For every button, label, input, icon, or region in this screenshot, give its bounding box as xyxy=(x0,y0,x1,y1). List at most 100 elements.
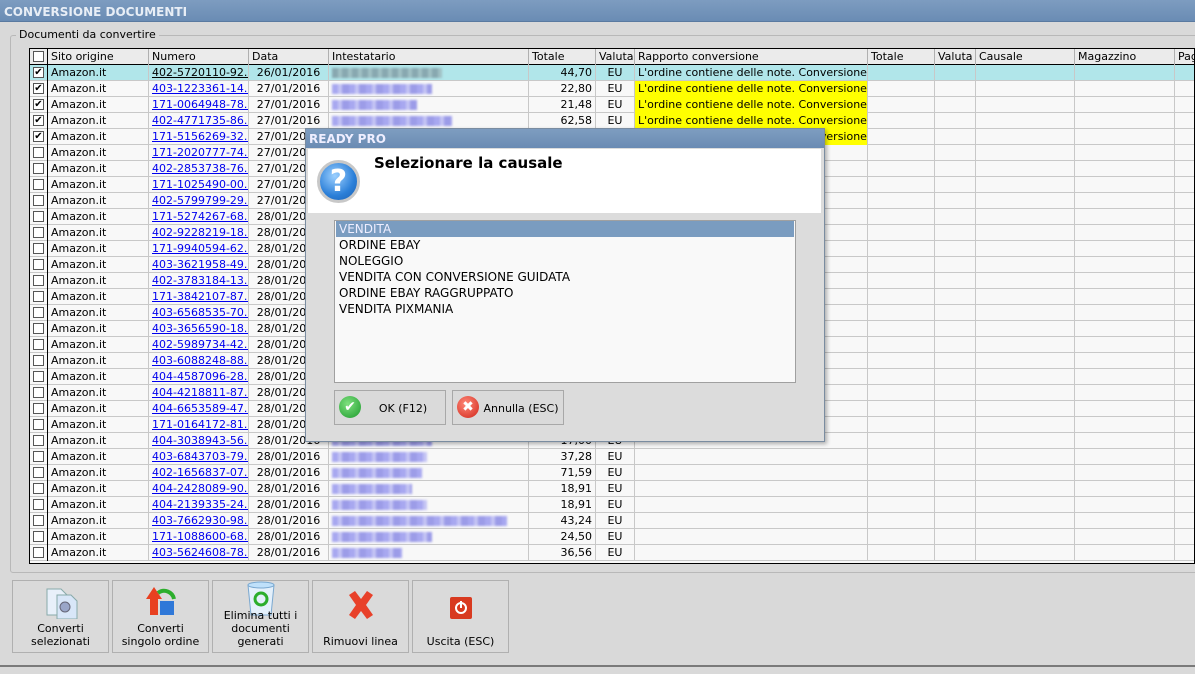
row-checkbox-cell[interactable] xyxy=(30,417,48,433)
row-checkbox-cell[interactable] xyxy=(30,369,48,385)
order-number-link[interactable]: 402-4771735-86... xyxy=(152,114,248,127)
column-header[interactable]: Magazzino xyxy=(1075,49,1175,65)
row-checkbox-cell[interactable] xyxy=(30,225,48,241)
number-cell[interactable]: 403-1223361-14... xyxy=(149,81,249,97)
table-row[interactable]: Amazon.it 171-1088600-68... 28/01/2016 24,5… xyxy=(30,529,1194,545)
order-number-link[interactable]: 402-5720110-92... xyxy=(152,66,248,79)
order-number-link[interactable]: 404-4587096-28... xyxy=(152,370,248,383)
number-cell[interactable]: 403-7662930-98... xyxy=(149,513,249,529)
row-checkbox[interactable] xyxy=(33,291,44,302)
row-checkbox[interactable] xyxy=(33,515,44,526)
toolbar-button[interactable]: Elimina tutti i documenti generati xyxy=(212,580,309,653)
table-row[interactable]: Amazon.it 404-2139335-24... 28/01/2016 18,9… xyxy=(30,497,1194,513)
number-cell[interactable]: 403-3656590-18... xyxy=(149,321,249,337)
number-cell[interactable]: 171-5156269-32... xyxy=(149,129,249,145)
column-header[interactable]: Numero xyxy=(149,49,249,65)
column-header[interactable]: Data xyxy=(249,49,329,65)
row-checkbox[interactable] xyxy=(33,339,44,350)
number-cell[interactable]: 171-9940594-62... xyxy=(149,241,249,257)
toolbar-button[interactable]: Converti singolo ordine xyxy=(112,580,209,653)
row-checkbox-cell[interactable] xyxy=(30,353,48,369)
row-checkbox-cell[interactable] xyxy=(30,497,48,513)
number-cell[interactable]: 403-5624608-78... xyxy=(149,545,249,561)
row-checkbox[interactable] xyxy=(33,275,44,286)
number-cell[interactable]: 402-4771735-86... xyxy=(149,113,249,129)
number-cell[interactable]: 171-0164172-81... xyxy=(149,417,249,433)
table-row[interactable]: Amazon.it 403-5624608-78... 28/01/2016 36,5… xyxy=(30,545,1194,561)
table-row[interactable]: ✔ Amazon.it 402-4771735-86... 27/01/2016 62,… xyxy=(30,113,1194,129)
row-checkbox-cell[interactable] xyxy=(30,321,48,337)
column-header[interactable]: Pag xyxy=(1175,49,1194,65)
number-cell[interactable]: 171-0064948-78... xyxy=(149,97,249,113)
ok-button[interactable]: ✔ OK (F12) xyxy=(334,390,446,425)
column-header[interactable] xyxy=(30,49,48,65)
number-cell[interactable]: 404-4587096-28... xyxy=(149,369,249,385)
row-checkbox-cell[interactable]: ✔ xyxy=(30,97,48,113)
table-row[interactable]: Amazon.it 403-7662930-98... 28/01/2016 43,2… xyxy=(30,513,1194,529)
order-number-link[interactable]: 171-2020777-74... xyxy=(152,146,248,159)
row-checkbox[interactable] xyxy=(33,179,44,190)
toolbar-button[interactable]: Rimuovi linea xyxy=(312,580,409,653)
number-cell[interactable]: 402-5799799-29... xyxy=(149,193,249,209)
row-checkbox-cell[interactable] xyxy=(30,145,48,161)
row-checkbox[interactable] xyxy=(33,323,44,334)
number-cell[interactable]: 404-2428089-90... xyxy=(149,481,249,497)
order-number-link[interactable]: 404-3038943-56... xyxy=(152,434,248,447)
row-checkbox-cell[interactable]: ✔ xyxy=(30,81,48,97)
order-number-link[interactable]: 402-1656837-07... xyxy=(152,466,248,479)
row-checkbox[interactable]: ✔ xyxy=(33,131,44,142)
number-cell[interactable]: 171-1088600-68... xyxy=(149,529,249,545)
column-header[interactable]: Valuta xyxy=(596,49,635,65)
table-row[interactable]: ✔ Amazon.it 402-5720110-92... 26/01/2016 44,… xyxy=(30,65,1194,81)
row-checkbox[interactable] xyxy=(33,355,44,366)
order-number-link[interactable]: 171-3842107-87... xyxy=(152,290,248,303)
number-cell[interactable]: 404-4218811-87... xyxy=(149,385,249,401)
row-checkbox[interactable]: ✔ xyxy=(33,67,44,78)
row-checkbox[interactable] xyxy=(33,387,44,398)
column-header[interactable]: Rapporto conversione xyxy=(635,49,868,65)
row-checkbox-cell[interactable] xyxy=(30,193,48,209)
number-cell[interactable]: 171-3842107-87... xyxy=(149,289,249,305)
order-number-link[interactable]: 402-5799799-29... xyxy=(152,194,248,207)
row-checkbox-cell[interactable] xyxy=(30,161,48,177)
order-number-link[interactable]: 404-2428089-90... xyxy=(152,482,248,495)
column-header[interactable]: Valuta xyxy=(935,49,976,65)
select-all-checkbox[interactable] xyxy=(33,51,44,62)
row-checkbox[interactable] xyxy=(33,243,44,254)
order-number-link[interactable]: 402-3783184-13... xyxy=(152,274,248,287)
order-number-link[interactable]: 171-0064948-78... xyxy=(152,98,248,111)
order-number-link[interactable]: 403-7662930-98... xyxy=(152,514,248,527)
order-number-link[interactable]: 404-4218811-87... xyxy=(152,386,248,399)
row-checkbox-cell[interactable] xyxy=(30,401,48,417)
row-checkbox-cell[interactable]: ✔ xyxy=(30,113,48,129)
table-row[interactable]: ✔ Amazon.it 403-1223361-14... 27/01/2016 22,… xyxy=(30,81,1194,97)
row-checkbox[interactable]: ✔ xyxy=(33,115,44,126)
number-cell[interactable]: 171-1025490-00... xyxy=(149,177,249,193)
row-checkbox-cell[interactable] xyxy=(30,337,48,353)
row-checkbox-cell[interactable] xyxy=(30,273,48,289)
row-checkbox-cell[interactable] xyxy=(30,257,48,273)
column-header[interactable]: Intestatario xyxy=(329,49,529,65)
row-checkbox-cell[interactable] xyxy=(30,545,48,561)
row-checkbox-cell[interactable] xyxy=(30,241,48,257)
row-checkbox-cell[interactable] xyxy=(30,481,48,497)
number-cell[interactable]: 402-1656837-07... xyxy=(149,465,249,481)
order-number-link[interactable]: 403-6568535-70... xyxy=(152,306,248,319)
table-row[interactable]: Amazon.it 402-1656837-07... 28/01/2016 71,5… xyxy=(30,465,1194,481)
row-checkbox-cell[interactable] xyxy=(30,305,48,321)
row-checkbox[interactable] xyxy=(33,531,44,542)
row-checkbox[interactable] xyxy=(33,195,44,206)
table-row[interactable]: Amazon.it 403-6843703-79... 28/01/2016 37,2… xyxy=(30,449,1194,465)
row-checkbox-cell[interactable] xyxy=(30,177,48,193)
order-number-link[interactable]: 403-3656590-18... xyxy=(152,322,248,335)
causale-option[interactable]: ORDINE EBAY xyxy=(336,237,794,253)
row-checkbox-cell[interactable] xyxy=(30,289,48,305)
row-checkbox[interactable] xyxy=(33,451,44,462)
row-checkbox[interactable] xyxy=(33,227,44,238)
row-checkbox-cell[interactable] xyxy=(30,513,48,529)
order-number-link[interactable]: 403-5624608-78... xyxy=(152,546,248,559)
causale-listbox[interactable]: VENDITA ORDINE EBAY NOLEGGIO VENDITA CON CO… xyxy=(334,220,796,383)
order-number-link[interactable]: 171-5156269-32... xyxy=(152,130,248,143)
toolbar-button[interactable]: Uscita (ESC) xyxy=(412,580,509,653)
number-cell[interactable]: 403-6843703-79... xyxy=(149,449,249,465)
